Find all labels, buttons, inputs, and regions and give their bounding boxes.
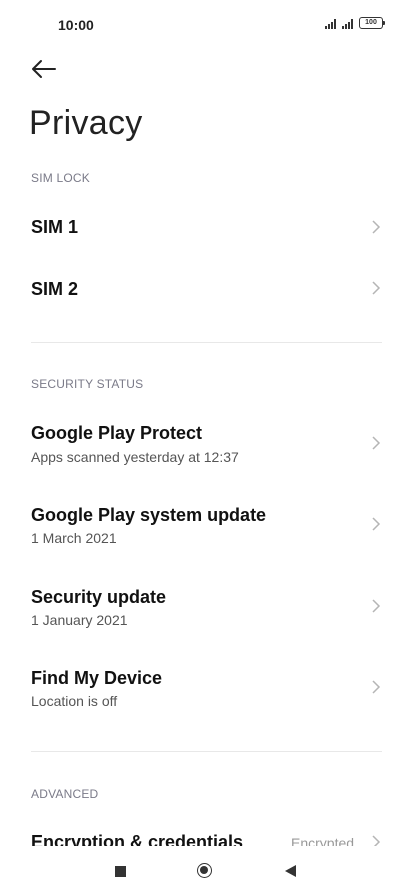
list-item-title: SIM 2 xyxy=(31,279,79,299)
back-button[interactable] xyxy=(30,56,58,82)
status-time: 10:00 xyxy=(58,17,94,33)
divider xyxy=(31,342,382,343)
arrow-left-icon xyxy=(32,60,56,78)
list-item-title: SIM 1 xyxy=(31,217,79,237)
signal-icon-sim1 xyxy=(325,19,336,29)
list-item-security-update[interactable]: Security update 1 January 2021 xyxy=(0,569,413,647)
section-header-sim-lock: SIM LOCK xyxy=(31,171,90,185)
list-item-subtitle: Apps scanned yesterday at 12:37 xyxy=(31,449,239,465)
section-header-security-status: SECURITY STATUS xyxy=(31,377,144,391)
list-item-find-my-device[interactable]: Find My Device Location is off xyxy=(0,651,413,729)
list-item-value: Encrypted xyxy=(291,835,355,846)
battery-icon: 100 xyxy=(359,17,385,29)
list-item-title: Find My Device xyxy=(31,668,163,688)
list-item-google-play-protect[interactable]: Google Play Protect Apps scanned yesterd… xyxy=(0,405,413,483)
recents-square-icon[interactable] xyxy=(115,866,126,877)
home-circle-icon[interactable] xyxy=(197,863,212,878)
chevron-right-icon xyxy=(372,281,381,295)
back-triangle-icon[interactable] xyxy=(285,865,296,877)
chevron-right-icon xyxy=(372,517,381,531)
list-item-google-play-system-update[interactable]: Google Play system update 1 March 2021 xyxy=(0,487,413,565)
divider xyxy=(31,751,382,752)
status-icons: 100 xyxy=(325,17,385,29)
list-item-subtitle: Location is off xyxy=(31,693,118,709)
chevron-right-icon xyxy=(372,220,381,234)
list-item-sim-2[interactable]: SIM 2 xyxy=(0,258,413,318)
list-item-title: Security update xyxy=(31,587,167,607)
page-title: Privacy xyxy=(29,104,143,142)
list-item-subtitle: 1 January 2021 xyxy=(31,612,128,628)
signal-icon-sim2 xyxy=(342,19,353,29)
list-item-encryption-credentials[interactable]: Encryption & credentials Encrypted xyxy=(0,815,413,846)
list-item-title: Google Play system update xyxy=(31,505,267,525)
status-bar: 10:00 100 xyxy=(0,0,413,50)
chevron-right-icon xyxy=(372,599,381,613)
chevron-right-icon xyxy=(372,436,381,450)
list-item-title: Encryption & credentials xyxy=(31,832,244,846)
list-item-subtitle: 1 March 2021 xyxy=(31,530,117,546)
list-item-title: Google Play Protect xyxy=(31,423,203,443)
list-item-sim-1[interactable]: SIM 1 xyxy=(0,197,413,257)
chevron-right-icon xyxy=(372,835,381,846)
section-header-advanced: ADVANCED xyxy=(31,787,99,801)
chevron-right-icon xyxy=(372,680,381,694)
